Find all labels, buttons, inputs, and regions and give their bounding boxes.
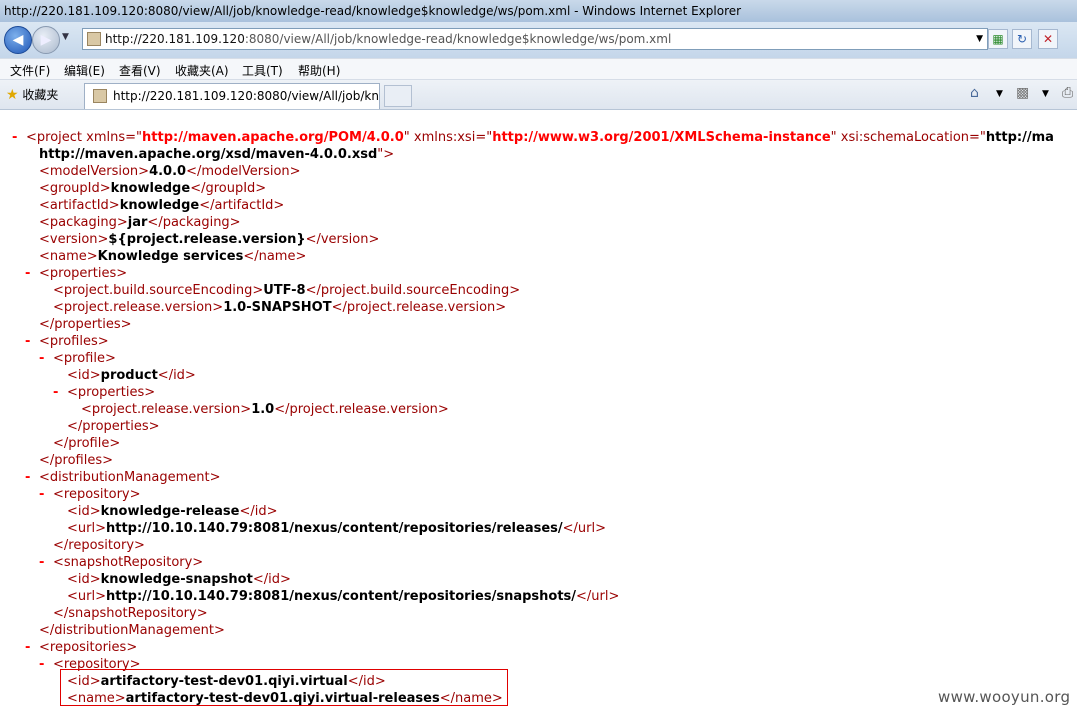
tab-title: http://220.181.109.120:8080/view/All/job… (113, 89, 380, 103)
address-dropdown-icon[interactable]: ▼ (976, 29, 983, 49)
xml-line-project: - <project xmlns="http://maven.apache.org… (12, 129, 1054, 146)
collapse-toggle[interactable]: - (12, 129, 26, 146)
xml-line-release-version: <project.release.version>1.0-SNAPSHOT</p… (53, 300, 507, 315)
arrow-right-icon: ▶ (40, 32, 52, 48)
xml-line-properties-close: </properties> (39, 317, 132, 332)
compat-icon: ▦ (992, 32, 1004, 46)
xml-viewer: - <project xmlns="http://maven.apache.org… (0, 110, 1077, 708)
xml-line-profiles: - <profiles> (25, 333, 109, 350)
page-icon (87, 32, 101, 46)
xml-line-schema-cont: http://maven.apache.org/xsd/maven-4.0.0.… (39, 147, 395, 162)
collapse-toggle[interactable]: - (25, 639, 39, 656)
home-dropdown-icon[interactable]: ▼ (996, 89, 1003, 99)
xml-line-dist-repo-url: <url>http://10.10.140.79:8081/nexus/cont… (67, 521, 607, 536)
menu-view[interactable]: 查看(V) (119, 62, 161, 79)
close-icon: ✕ (1042, 32, 1054, 46)
new-tab-button[interactable] (384, 85, 412, 107)
collapse-toggle[interactable]: - (39, 350, 53, 367)
collapse-toggle[interactable]: - (39, 656, 53, 673)
xml-line-profile-properties-close: </properties> (67, 419, 160, 434)
xml-line-source-encoding: <project.build.sourceEncoding>UTF-8</pro… (53, 283, 521, 298)
collapse-toggle[interactable]: - (25, 333, 39, 350)
favorites-button[interactable]: ★ 收藏夹 (6, 86, 58, 103)
star-icon: ★ (6, 87, 19, 103)
xml-line-groupid: <groupId>knowledge</groupId> (39, 181, 267, 196)
feeds-dropdown-icon[interactable]: ▼ (1042, 89, 1049, 99)
xml-line-artifactid: <artifactId>knowledge</artifactId> (39, 198, 285, 213)
address-url[interactable]: http://220.181.109.120:8080/view/All/job… (105, 29, 671, 49)
xml-line-dist-repo-id: <id>knowledge-release</id> (67, 504, 278, 519)
xml-line-repositories: - <repositories> (25, 639, 138, 656)
forward-button[interactable]: ▶ (32, 26, 60, 54)
xml-line-profile-release: <project.release.version>1.0</project.re… (81, 402, 449, 417)
tab-bar: ★ 收藏夹 http://220.181.109.120:8080/view/A… (0, 80, 1077, 110)
refresh-button[interactable]: ↻ (1012, 29, 1032, 49)
menu-tools[interactable]: 工具(T) (242, 62, 283, 79)
address-bar[interactable]: http://220.181.109.120:8080/view/All/job… (82, 28, 988, 50)
xml-line-distribution-close: </distributionManagement> (39, 623, 225, 638)
xml-line-distribution: - <distributionManagement> (25, 469, 221, 486)
print-icon[interactable]: ⎙ (1062, 85, 1073, 101)
window-titlebar: http://220.181.109.120:8080/view/All/job… (0, 0, 1077, 22)
xml-line-version: <version>${project.release.version}</ver… (39, 232, 380, 247)
page-icon (93, 88, 107, 103)
feeds-icon[interactable]: ▩ (1016, 85, 1029, 101)
xml-line-snapshot-repository-close: </snapshotRepository> (53, 606, 208, 621)
menu-help[interactable]: 帮助(H) (298, 62, 340, 79)
xml-line-profiles-close: </profiles> (39, 453, 114, 468)
collapse-toggle[interactable]: - (39, 486, 53, 503)
highlight-box (60, 669, 508, 706)
refresh-icon: ↻ (1016, 32, 1028, 46)
arrow-left-icon: ◀ (12, 32, 24, 48)
menu-bar: 文件(F) 编辑(E) 查看(V) 收藏夹(A) 工具(T) 帮助(H) (0, 58, 1077, 80)
history-dropdown-icon[interactable]: ▼ (62, 32, 69, 42)
collapse-toggle[interactable]: - (53, 384, 67, 401)
home-icon[interactable]: ⌂ (970, 85, 979, 101)
collapse-toggle[interactable]: - (25, 265, 39, 282)
xml-line-profile-id: <id>product</id> (67, 368, 196, 383)
xml-line-dist-repository: - <repository> (39, 486, 141, 503)
window-title: http://220.181.109.120:8080/view/All/job… (4, 4, 742, 18)
xml-line-packaging: <packaging>jar</packaging> (39, 215, 241, 230)
stop-button[interactable]: ✕ (1038, 29, 1058, 49)
menu-favorites[interactable]: 收藏夹(A) (175, 62, 229, 79)
xml-line-profile-close: </profile> (53, 436, 121, 451)
collapse-toggle[interactable]: - (25, 469, 39, 486)
xml-line-profile-properties: - <properties> (53, 384, 156, 401)
tab-active[interactable]: http://220.181.109.120:8080/view/All/job… (84, 83, 380, 109)
xml-line-snap-repo-url: <url>http://10.10.140.79:8081/nexus/cont… (67, 589, 620, 604)
xml-line-name: <name>Knowledge services</name> (39, 249, 307, 264)
back-button[interactable]: ◀ (4, 26, 32, 54)
menu-file[interactable]: 文件(F) (10, 62, 50, 79)
favorites-label: 收藏夹 (22, 88, 59, 102)
xml-line-snapshot-repository: - <snapshotRepository> (39, 554, 204, 571)
collapse-toggle[interactable]: - (39, 554, 53, 571)
navigation-bar: ◀ ▶ ▼ http://220.181.109.120:8080/view/A… (0, 22, 1077, 58)
xml-line-dist-repository-close: </repository> (53, 538, 145, 553)
watermark: www.wooyun.org (938, 688, 1071, 706)
xml-line-snap-repo-id: <id>knowledge-snapshot</id> (67, 572, 291, 587)
xml-line-modelversion: <modelVersion>4.0.0</modelVersion> (39, 164, 301, 179)
xml-line-properties: - <properties> (25, 265, 128, 282)
menu-edit[interactable]: 编辑(E) (64, 62, 105, 79)
compatibility-view-button[interactable]: ▦ (988, 29, 1008, 49)
xml-line-profile: - <profile> (39, 350, 116, 367)
